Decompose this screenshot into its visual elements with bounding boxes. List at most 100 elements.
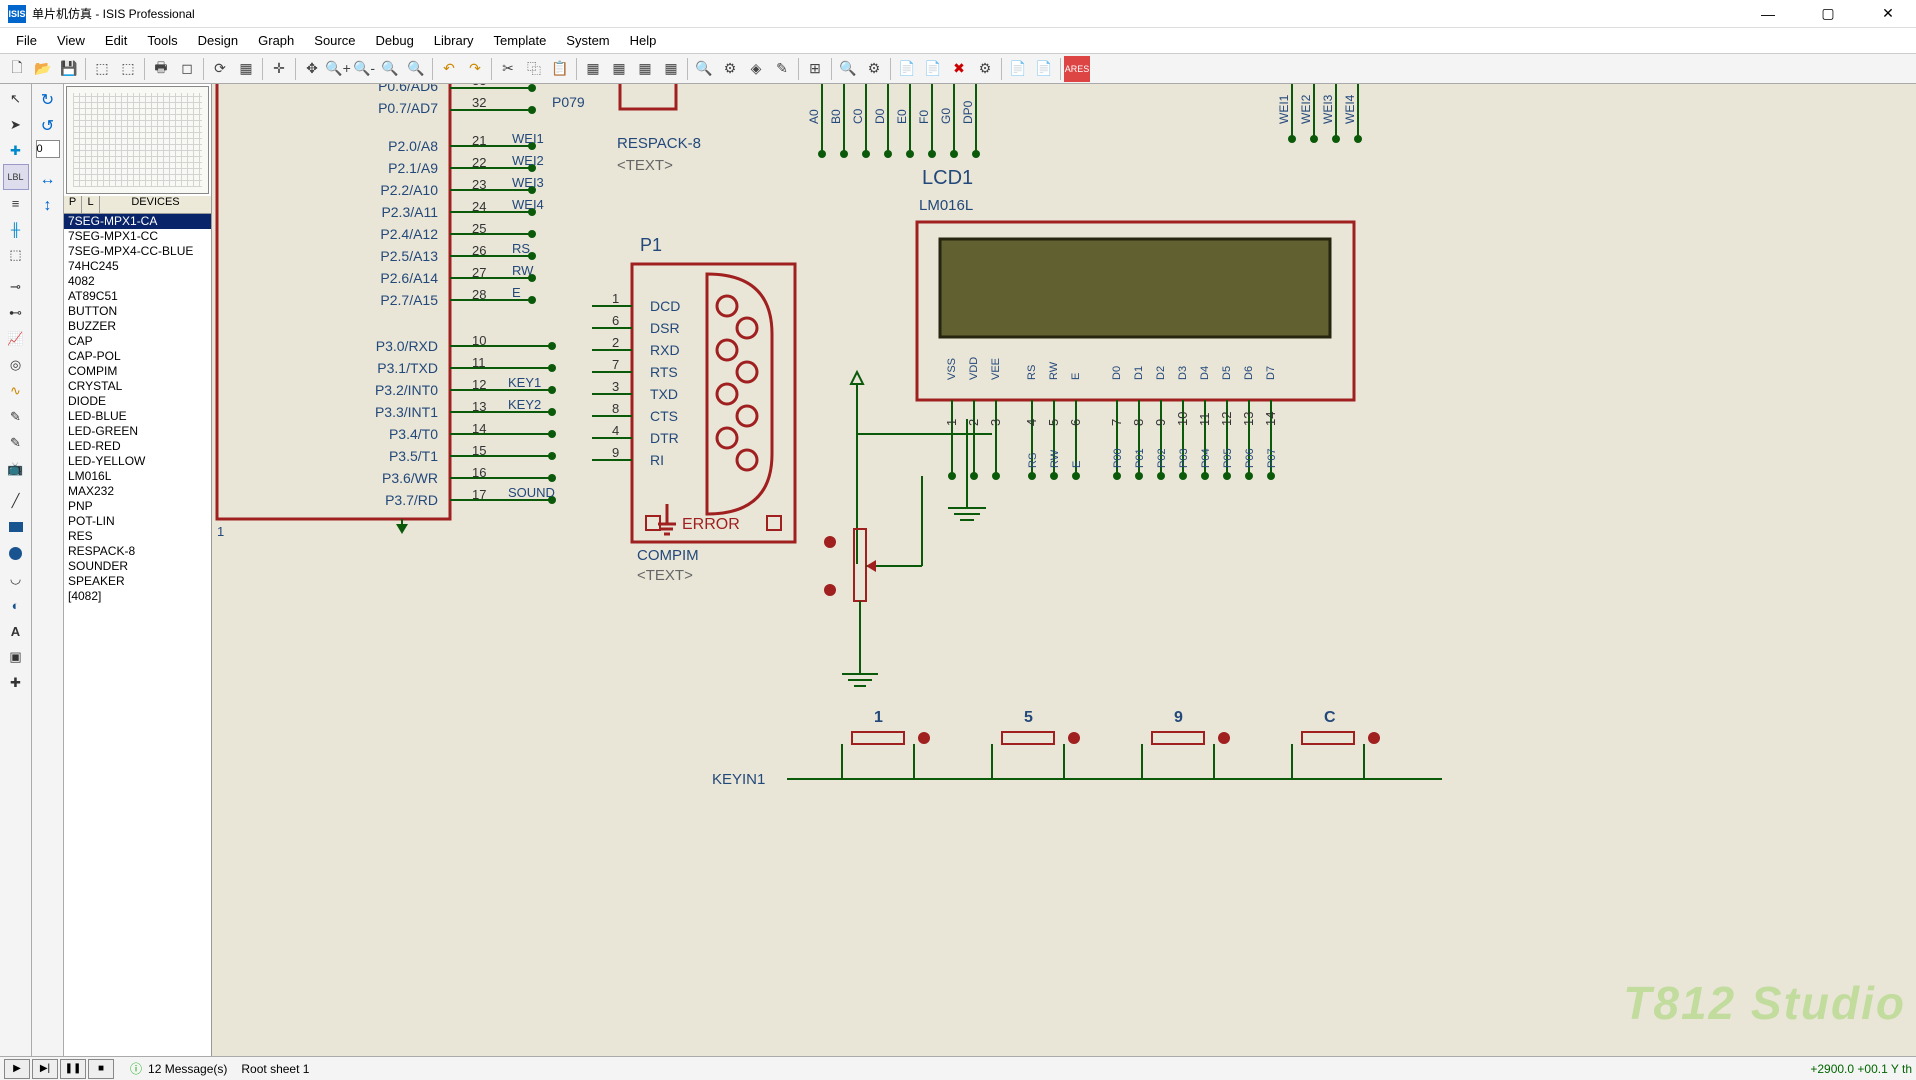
circle-2d-icon[interactable] (3, 540, 29, 566)
instrument-mode-icon[interactable]: 📺 (3, 456, 29, 482)
component-mode-icon[interactable]: ➤ (3, 112, 29, 138)
voltage-probe-icon[interactable]: ✎ (3, 404, 29, 430)
device-item[interactable]: CAP-POL (64, 349, 211, 364)
menu-template[interactable]: Template (484, 29, 557, 52)
label-mode-icon[interactable]: LBL (3, 164, 29, 190)
import-icon[interactable]: ⬚ (89, 56, 115, 82)
wire-auto-icon[interactable]: ⊞ (802, 56, 828, 82)
message-count[interactable]: 12 Message(s) (148, 1062, 227, 1076)
print-icon[interactable]: 🖶 (148, 56, 174, 82)
pot-decrement-button[interactable] (824, 584, 836, 596)
device-item[interactable]: POT-LIN (64, 514, 211, 529)
menu-debug[interactable]: Debug (365, 29, 423, 52)
flip-horizontal-icon[interactable]: ↔ (36, 168, 60, 192)
device-item[interactable]: MAX232 (64, 484, 211, 499)
button-component[interactable] (1002, 732, 1054, 744)
button-component[interactable] (852, 732, 904, 744)
zoom-area-icon[interactable]: 🔍 (403, 56, 429, 82)
block-rotate-icon[interactable]: ▦ (632, 56, 658, 82)
button-component[interactable] (1152, 732, 1204, 744)
redo-icon[interactable]: ↷ (462, 56, 488, 82)
schematic-canvas[interactable]: P0.6/AD6 P0.7/AD7 33 32 P079 RESPACK-8 <… (212, 84, 1916, 1056)
box-2d-icon[interactable] (3, 514, 29, 540)
decompose-icon[interactable]: ✎ (769, 56, 795, 82)
overview-window[interactable] (66, 86, 209, 194)
copy-icon[interactable]: ⿻ (521, 56, 547, 82)
pause-button[interactable]: ❚❚ (60, 1059, 86, 1079)
p-button[interactable]: P (64, 196, 82, 213)
search-icon[interactable]: 🔍 (835, 56, 861, 82)
device-item[interactable]: RES (64, 529, 211, 544)
menu-graph[interactable]: Graph (248, 29, 304, 52)
step-button[interactable]: ▶| (32, 1059, 58, 1079)
close-button[interactable]: ✕ (1868, 0, 1908, 28)
package-icon[interactable]: ◈ (743, 56, 769, 82)
pick-icon[interactable]: 🔍 (691, 56, 717, 82)
flip-vertical-icon[interactable]: ↕ (36, 194, 60, 218)
device-item[interactable]: 7SEG-MPX1-CA (64, 214, 211, 229)
minimize-button[interactable]: — (1748, 0, 1788, 28)
open-icon[interactable]: 📂 (30, 56, 56, 82)
netlist-icon[interactable]: 📄 (894, 56, 920, 82)
area-icon[interactable]: ◻ (174, 56, 200, 82)
generator-mode-icon[interactable]: ∿ (3, 378, 29, 404)
ares-link-icon[interactable]: ARES (1064, 56, 1090, 82)
menu-view[interactable]: View (47, 29, 95, 52)
device-list[interactable]: 7SEG-MPX1-CA7SEG-MPX1-CC7SEG-MPX4-CC-BLU… (64, 214, 211, 1056)
rotation-input[interactable] (36, 140, 60, 158)
rotate-cw-icon[interactable]: ↻ (36, 88, 60, 112)
device-pin-icon[interactable]: ⊷ (3, 300, 29, 326)
device-item[interactable]: 7SEG-MPX4-CC-BLUE (64, 244, 211, 259)
device-item[interactable]: BUZZER (64, 319, 211, 334)
arc-2d-icon[interactable]: ◡ (3, 566, 29, 592)
menu-library[interactable]: Library (424, 29, 484, 52)
block-copy-icon[interactable]: ▦ (580, 56, 606, 82)
device-item[interactable]: BUTTON (64, 304, 211, 319)
respack-component[interactable] (620, 84, 676, 109)
paste-icon[interactable]: 📋 (547, 56, 573, 82)
zoom-out-icon[interactable]: 🔍- (351, 56, 377, 82)
erc-icon[interactable]: 📄 (920, 56, 946, 82)
device-item[interactable]: LED-BLUE (64, 409, 211, 424)
device-item[interactable]: SOUNDER (64, 559, 211, 574)
line-2d-icon[interactable]: ╱ (3, 488, 29, 514)
origin-icon[interactable]: ✛ (266, 56, 292, 82)
grid-icon[interactable]: ▦ (233, 56, 259, 82)
device-item[interactable]: PNP (64, 499, 211, 514)
rotate-ccw-icon[interactable]: ↺ (36, 114, 60, 138)
graph-mode-icon[interactable]: 📈 (3, 326, 29, 352)
button-actuator[interactable] (1218, 732, 1230, 744)
zoom-all-icon[interactable]: 🔍 (377, 56, 403, 82)
cut-icon[interactable]: ✂ (495, 56, 521, 82)
text-script-icon[interactable]: ≡ (3, 190, 29, 216)
terminal-mode-icon[interactable]: ⊸ (3, 274, 29, 300)
pan-icon[interactable]: ✥ (299, 56, 325, 82)
device-item[interactable]: LED-YELLOW (64, 454, 211, 469)
selection-mode-icon[interactable]: ↖ (3, 86, 29, 112)
junction-mode-icon[interactable]: ✚ (3, 138, 29, 164)
refresh-icon[interactable]: ⟳ (207, 56, 233, 82)
menu-source[interactable]: Source (304, 29, 365, 52)
current-probe-icon[interactable]: ✎ (3, 430, 29, 456)
l-button[interactable]: L (82, 196, 100, 213)
menu-tools[interactable]: Tools (137, 29, 187, 52)
device-item[interactable]: CRYSTAL (64, 379, 211, 394)
tape-mode-icon[interactable]: ◎ (3, 352, 29, 378)
zoom-in-icon[interactable]: 🔍+ (325, 56, 351, 82)
device-item[interactable]: LED-RED (64, 439, 211, 454)
button-actuator[interactable] (1068, 732, 1080, 744)
menu-help[interactable]: Help (620, 29, 667, 52)
export-icon[interactable]: ⬚ (115, 56, 141, 82)
device-item[interactable]: RESPACK-8 (64, 544, 211, 559)
button-actuator[interactable] (1368, 732, 1380, 744)
make-icon[interactable]: ⚙ (717, 56, 743, 82)
path-2d-icon[interactable]: ◐ (3, 592, 29, 618)
device-item[interactable]: SPEAKER (64, 574, 211, 589)
marker-mode-icon[interactable]: ✚ (3, 670, 29, 696)
device-item[interactable]: 4082 (64, 274, 211, 289)
potentiometer-component[interactable] (854, 529, 866, 601)
device-item[interactable]: 74HC245 (64, 259, 211, 274)
device-item[interactable]: LM016L (64, 469, 211, 484)
stop-button[interactable]: ■ (88, 1059, 114, 1079)
device-item[interactable]: COMPIM (64, 364, 211, 379)
